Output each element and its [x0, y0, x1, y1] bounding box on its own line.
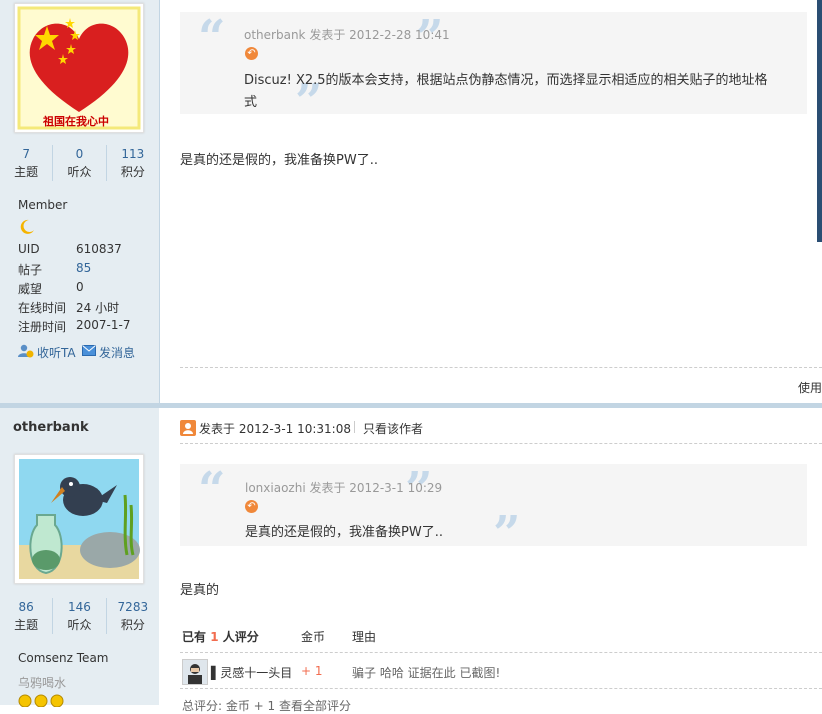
jump-to-post-icon[interactable]: ↶: [245, 47, 258, 60]
post1-quote-meta: otherbank 发表于 2012-2-28 10:41: [244, 26, 450, 43]
stat-threads[interactable]: 86 主题: [0, 598, 54, 634]
quote-author[interactable]: lonxiaozhi: [245, 481, 306, 495]
stat-credits-count[interactable]: 7283: [107, 598, 159, 616]
info-regdate-key: 注册时间: [18, 320, 67, 334]
info-posts-val[interactable]: 85: [76, 261, 91, 275]
post2-username[interactable]: otherbank: [13, 420, 89, 435]
rater-name-text[interactable]: 灵感十一头目: [220, 666, 292, 680]
stat-threads-label: 主题: [14, 618, 39, 632]
rater-avatar[interactable]: [182, 659, 208, 685]
stat-followers[interactable]: 0 听众: [53, 145, 107, 181]
only-author-link[interactable]: 只看该作者: [363, 420, 423, 437]
open-quote-icon: “: [198, 462, 226, 518]
quote-author[interactable]: otherbank: [244, 28, 306, 42]
stat-credits-label: 积分: [120, 618, 145, 632]
rating-divider-2: [180, 688, 822, 689]
info-uid-val: 610837: [76, 242, 122, 256]
info-regdate-val: 2007-1-7: [76, 318, 131, 332]
post1-footer-divider: [180, 367, 822, 368]
user-group[interactable]: Member: [18, 198, 67, 212]
rating-suffix: 人评分: [218, 630, 259, 644]
post1-avatar[interactable]: 祖国在我心中: [14, 3, 144, 133]
quote-date: 发表于 2012-3-1 10:29: [305, 481, 443, 495]
post1-quote-line2: 式: [244, 95, 258, 110]
post2-post-time: 发表于 2012-3-1 10:31:08: [199, 422, 351, 436]
rating-amount: + 1: [301, 664, 323, 678]
mail-icon: [82, 345, 96, 359]
stat-followers-count[interactable]: 0: [53, 145, 105, 163]
post1-stats: 7 主题 0 听众 113 积分: [0, 145, 159, 181]
rating-count: 1: [210, 630, 219, 644]
crow-avatar-image: [19, 459, 140, 579]
post1-body: 是真的还是假的，我准备换PW了..: [180, 153, 378, 168]
jump-to-post-icon[interactable]: ↶: [245, 500, 258, 513]
follow-link[interactable]: 收听TA: [37, 344, 76, 361]
rating-reason: 骗子 哈哈 证据在此 已截图!: [352, 666, 501, 680]
rating-divider: [180, 652, 822, 653]
stat-threads-count[interactable]: 86: [0, 598, 52, 616]
stat-followers[interactable]: 146 听众: [53, 598, 107, 634]
header-separator: [354, 421, 355, 433]
medal-icons: [18, 693, 68, 710]
post2-stats: 86 主题 146 听众 7283 积分: [0, 598, 159, 634]
open-quote-icon: “: [198, 10, 226, 66]
avatar-caption: 祖国在我心中: [43, 115, 109, 128]
user-group[interactable]: Comsenz Team: [18, 651, 108, 665]
stat-followers-label: 听众: [67, 618, 92, 632]
close-quote-icon: ”: [493, 506, 521, 562]
stat-credits[interactable]: 7283 积分: [107, 598, 159, 634]
info-uid-key: UID: [18, 242, 40, 256]
post2-header-divider: [180, 443, 822, 444]
info-online-val: 24 小时: [76, 301, 120, 315]
rating-total[interactable]: 总评分: 金币 + 1 查看全部评分: [182, 697, 351, 714]
rater-name[interactable]: ▌灵感十一头目: [211, 664, 292, 681]
stat-credits-label: 积分: [120, 165, 145, 179]
rating-col-coin: 金币: [301, 630, 326, 644]
stat-credits-count[interactable]: 113: [107, 145, 159, 163]
post2-content-area: [159, 408, 822, 705]
online-status-icon: [180, 420, 196, 436]
post1-footer-link[interactable]: 使用: [798, 379, 822, 396]
info-prestige-val: 0: [76, 280, 84, 294]
stat-followers-label: 听众: [67, 165, 92, 179]
stat-credits[interactable]: 113 积分: [107, 145, 159, 181]
post2-body: 是真的: [180, 583, 220, 598]
moon-icon: [19, 219, 35, 238]
post2-quote-line1: 是真的还是假的，我准备换PW了..: [245, 525, 443, 540]
right-edge-decoration: [817, 0, 822, 242]
stat-threads-label: 主题: [14, 165, 39, 179]
post2-quote-meta: lonxiaozhi 发表于 2012-3-1 10:29: [245, 479, 442, 496]
post1-quote-line1: Discuz! X2.5的版本会支持，根据站点伪静态情况，而选择显示相适应的相关…: [244, 73, 768, 88]
user-title: 乌鸦喝水: [18, 676, 67, 690]
follow-icon: [18, 344, 34, 361]
rating-prefix: 已有: [182, 630, 211, 644]
info-prestige-key: 威望: [18, 282, 43, 296]
quote-date: 发表于 2012-2-28 10:41: [305, 28, 450, 42]
message-link[interactable]: 发消息: [99, 344, 135, 361]
rating-col-reason: 理由: [352, 630, 377, 644]
stat-followers-count[interactable]: 146: [53, 598, 105, 616]
stat-threads[interactable]: 7 主题: [0, 145, 54, 181]
stat-threads-count[interactable]: 7: [0, 145, 52, 163]
post2-avatar[interactable]: [14, 454, 144, 584]
rating-summary: 已有 1 人评分: [182, 628, 259, 645]
info-online-key: 在线时间: [18, 301, 67, 315]
info-posts-key: 帖子: [18, 263, 43, 277]
